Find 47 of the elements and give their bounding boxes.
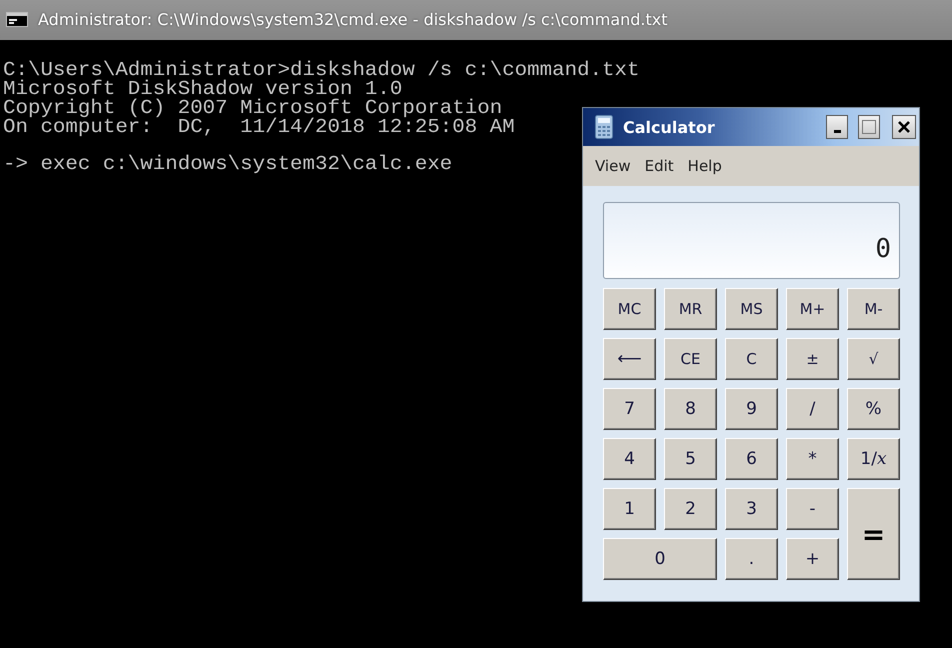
- calculator-key[interactable]: =: [847, 488, 900, 580]
- calculator-key[interactable]: -: [786, 488, 839, 530]
- close-icon: [898, 121, 910, 133]
- calculator-key[interactable]: M+: [786, 288, 839, 330]
- calculator-key[interactable]: 5: [664, 438, 717, 480]
- calculator-key[interactable]: 1/x: [847, 438, 900, 480]
- calculator-key[interactable]: 1: [603, 488, 656, 530]
- maximize-button[interactable]: [858, 115, 880, 139]
- calculator-display: 0: [603, 202, 900, 279]
- calculator-key[interactable]: 6: [725, 438, 778, 480]
- calculator-key[interactable]: 9: [725, 388, 778, 430]
- calculator-key[interactable]: √: [847, 338, 900, 380]
- calculator-key[interactable]: CE: [664, 338, 717, 380]
- minimize-button[interactable]: [826, 115, 848, 139]
- calculator-key[interactable]: 2: [664, 488, 717, 530]
- calculator-key[interactable]: MS: [725, 288, 778, 330]
- maximize-icon: [862, 120, 876, 134]
- window-title: Administrator: C:\Windows\system32\cmd.exe - diskshadow /s c:\command.txt: [38, 10, 668, 29]
- calculator-key[interactable]: MR: [664, 288, 717, 330]
- calculator-key[interactable]: MC: [603, 288, 656, 330]
- menu-item[interactable]: View: [595, 157, 631, 175]
- close-button[interactable]: [892, 115, 916, 139]
- calculator-key[interactable]: C: [725, 338, 778, 380]
- calculator-key[interactable]: ±: [786, 338, 839, 380]
- calculator-icon: [595, 115, 613, 139]
- console-line: On computer: DC, 11/14/2018 12:25:08 AM: [3, 118, 515, 137]
- window-title: Calculator: [623, 118, 716, 136]
- console-icon: [6, 12, 28, 27]
- console-line: Microsoft DiskShadow version 1.0: [3, 80, 402, 99]
- calculator-key[interactable]: %: [847, 388, 900, 430]
- menu-item[interactable]: Help: [688, 157, 722, 175]
- calculator-key[interactable]: /: [786, 388, 839, 430]
- calculator-key[interactable]: 0: [603, 538, 717, 580]
- calculator-key[interactable]: *: [786, 438, 839, 480]
- calculator-key[interactable]: ⟵: [603, 338, 656, 380]
- calculator-key[interactable]: M-: [847, 288, 900, 330]
- calculator-key[interactable]: 7: [603, 388, 656, 430]
- menu-item[interactable]: Edit: [644, 157, 674, 175]
- calculator-key[interactable]: 8: [664, 388, 717, 430]
- minimize-icon: [834, 130, 840, 132]
- console-line: -> exec c:\windows\system32\calc.exe: [3, 155, 452, 174]
- calculator-key[interactable]: .: [725, 538, 778, 580]
- calculator-key[interactable]: +: [786, 538, 839, 580]
- calculator-key[interactable]: 4: [603, 438, 656, 480]
- calculator-key[interactable]: 3: [725, 488, 778, 530]
- console-line: C:\Users\Administrator>diskshadow /s c:\command.txt: [3, 61, 640, 80]
- console-line: Copyright (C) 2007 Microsoft Corporation: [3, 99, 502, 118]
